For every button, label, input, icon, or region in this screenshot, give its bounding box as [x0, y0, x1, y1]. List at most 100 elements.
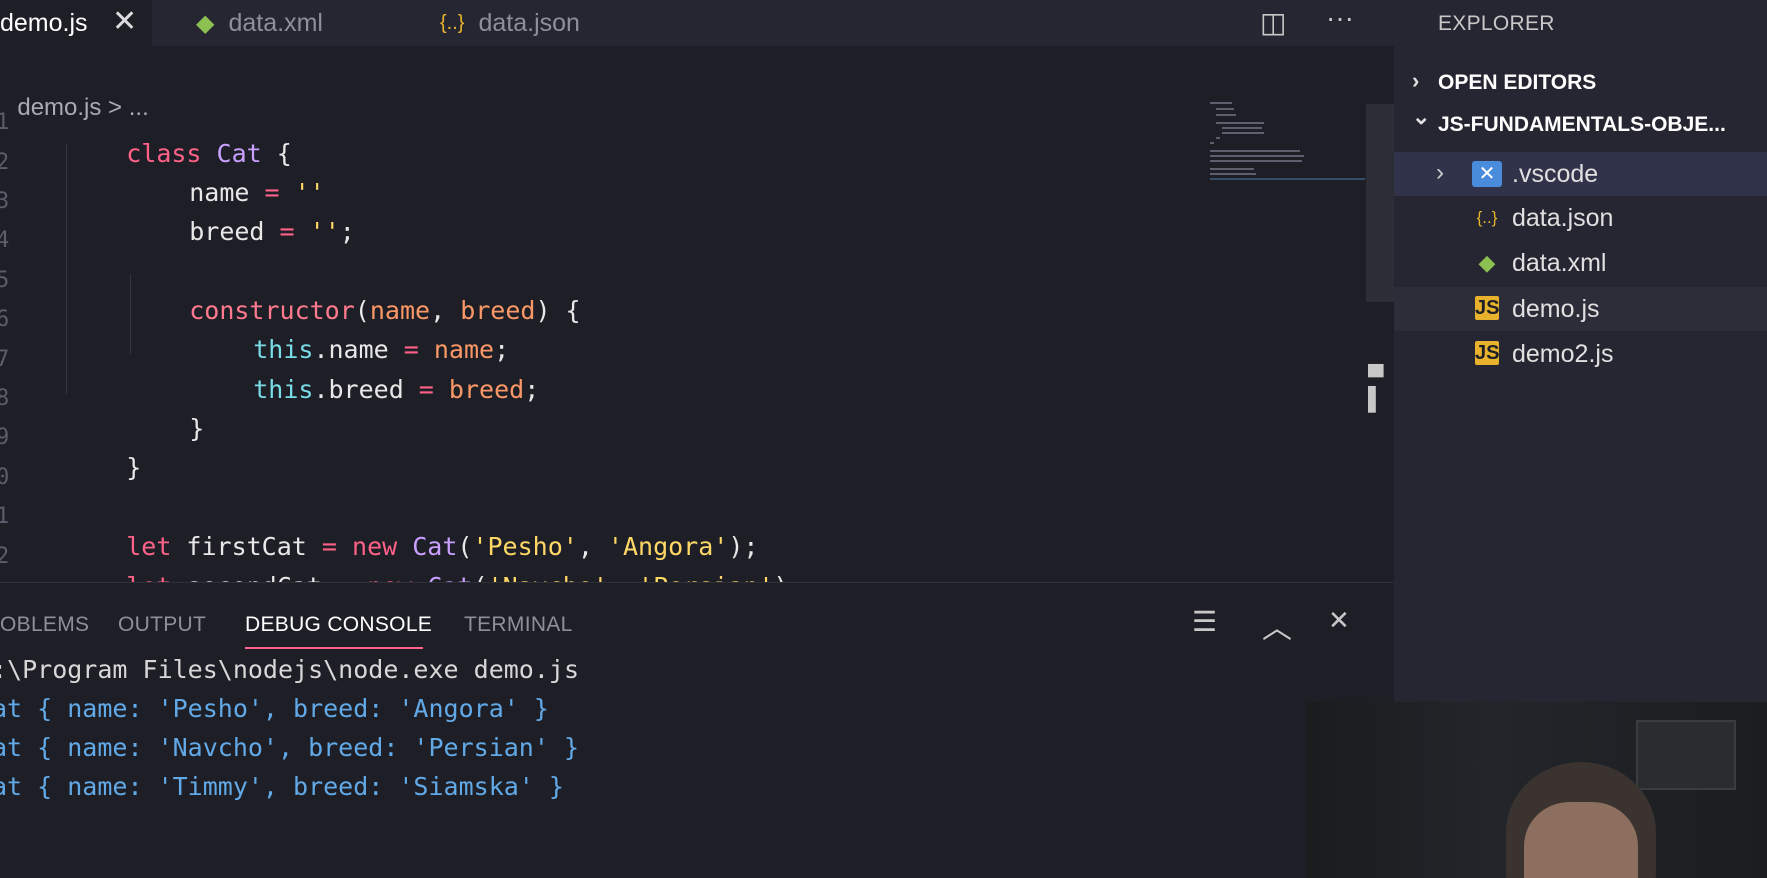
- line-number: 1: [0, 110, 10, 135]
- line-number: 2: [0, 150, 10, 175]
- minimap-line: [1210, 168, 1254, 170]
- code-token: .breed: [313, 375, 419, 404]
- code-token: (: [472, 572, 487, 582]
- xml-file-icon: ◆: [1478, 250, 1496, 275]
- minimap-line: [1210, 178, 1365, 180]
- vscode-folder-icon: ✕: [1472, 161, 1502, 187]
- line-number: 9: [0, 425, 10, 450]
- minimap[interactable]: [1210, 100, 1365, 180]
- explorer-title: EXPLORER: [1438, 12, 1555, 35]
- code-token: }: [189, 414, 205, 443]
- tree-item-data-json[interactable]: {..} data.json: [1394, 196, 1767, 240]
- json-braces-icon: {..}: [1476, 208, 1498, 227]
- minimap-line: [1210, 173, 1256, 175]
- console-line: at { name: 'Pesho', breed: 'Angora' }: [0, 694, 549, 723]
- code-token: ;: [524, 375, 540, 404]
- tree-item-label: .vscode: [1512, 160, 1599, 188]
- clear-console-icon[interactable]: ☰: [1192, 605, 1217, 638]
- more-actions-icon[interactable]: ···: [1326, 2, 1354, 34]
- code-token: }: [126, 453, 142, 482]
- tab-label: data.json: [478, 8, 580, 37]
- minimap-line: [1210, 150, 1300, 152]
- minimap-line: [1210, 160, 1302, 162]
- editor-tab-bar: demo.js ✕ ◆ data.xml {..} data.json ◫ ··…: [0, 0, 1394, 46]
- code-token: ) {: [535, 296, 581, 325]
- code-editor[interactable]: 1 2 3 4 5 6 7 8 9 0 1 2 class Cat { name…: [0, 104, 1394, 582]
- code-token: '': [309, 217, 340, 246]
- tree-item-vscode[interactable]: › ✕ .vscode: [1394, 152, 1767, 196]
- minimap-line: [1216, 108, 1234, 110]
- line-number: 1: [0, 504, 10, 529]
- tree-item-demo2-js[interactable]: JS demo2.js: [1394, 332, 1767, 376]
- code-token: let: [126, 572, 171, 582]
- minimap-line: [1210, 102, 1232, 104]
- maximize-panel-icon[interactable]: ︿: [1262, 603, 1292, 647]
- split-editor-icon[interactable]: ◫: [1260, 6, 1286, 39]
- project-folder-section[interactable]: ⌄ JS-FUNDAMENTALS-OBJE...: [1394, 104, 1767, 144]
- editor-scrollbar[interactable]: [1366, 104, 1394, 302]
- tree-item-label: data.json: [1512, 204, 1614, 232]
- line-number: 8: [0, 386, 10, 411]
- code-token: =: [279, 217, 295, 246]
- tab-terminal[interactable]: TERMINAL: [464, 613, 573, 637]
- tab-debug-console[interactable]: DEBUG CONSOLE: [245, 613, 432, 637]
- presenter-face: [1524, 802, 1638, 878]
- console-line: :\Program Files\nodejs\node.exe demo.js: [0, 655, 579, 684]
- code-line: breed = '';: [129, 188, 355, 275]
- section-label: OPEN EDITORS: [1438, 71, 1597, 94]
- scrollbar-marker: ▀ ▌: [1368, 364, 1384, 411]
- wall-picture-frame: [1636, 720, 1736, 790]
- tree-item-demo-js[interactable]: JS demo.js: [1394, 287, 1767, 331]
- section-label: JS-FUNDAMENTALS-OBJE...: [1438, 113, 1726, 136]
- tab-label: data.xml: [228, 8, 323, 37]
- active-tab-underline: [245, 647, 423, 649]
- code-token: 'Navcho': [488, 572, 608, 582]
- line-number: 2: [0, 544, 10, 569]
- chevron-right-icon: ›: [1436, 159, 1444, 186]
- code-line: let secondCat = new Cat('Navcho', 'Persi…: [66, 543, 804, 582]
- line-number: 6: [0, 307, 10, 332]
- minimap-line: [1216, 122, 1264, 124]
- code-token: breed: [189, 217, 265, 246]
- minimap-line: [1210, 155, 1304, 157]
- tab-problems[interactable]: OBLEMS: [0, 613, 89, 637]
- tree-item-data-xml[interactable]: ◆ data.xml: [1394, 241, 1767, 285]
- close-icon[interactable]: ✕: [112, 4, 137, 39]
- tab-label: demo.js: [0, 8, 88, 37]
- tab-data-xml[interactable]: ◆ data.xml: [196, 0, 396, 46]
- line-number: 5: [0, 268, 10, 293]
- close-panel-icon[interactable]: ✕: [1328, 605, 1350, 636]
- code-token: breed: [448, 375, 525, 404]
- line-number: 3: [0, 189, 10, 214]
- line-number: 7: [0, 347, 10, 372]
- open-editors-section[interactable]: › OPEN EDITORS: [1394, 62, 1767, 102]
- code-token: 'Persian': [638, 572, 773, 582]
- js-icon: JS: [1475, 296, 1500, 320]
- tab-output[interactable]: OUTPUT: [118, 613, 206, 637]
- code-token: secondCat: [171, 572, 337, 582]
- js-icon: JS: [1475, 341, 1500, 365]
- line-number: 4: [0, 228, 10, 253]
- minimap-line: [1210, 142, 1214, 144]
- webcam-overlay: [1306, 702, 1767, 878]
- minimap-line: [1222, 127, 1262, 129]
- xml-file-icon: ◆: [196, 9, 215, 37]
- code-line: this.breed = breed;: [193, 346, 539, 433]
- json-braces-icon: {..}: [440, 11, 465, 34]
- code-token: =: [337, 572, 352, 582]
- code-token: ,: [608, 572, 638, 582]
- console-line: at { name: 'Timmy', breed: 'Siamska' }: [0, 772, 564, 801]
- chevron-right-icon: ›: [1412, 68, 1420, 93]
- minimap-line: [1216, 114, 1236, 116]
- tree-item-label: data.xml: [1512, 249, 1607, 277]
- code-token: new: [367, 572, 412, 582]
- code-token: );: [774, 572, 804, 582]
- console-line: at { name: 'Navcho', breed: 'Persian' }: [0, 733, 579, 762]
- tree-item-label: demo2.js: [1512, 340, 1614, 368]
- code-token: =: [418, 375, 434, 404]
- tab-data-json[interactable]: {..} data.json: [440, 0, 660, 46]
